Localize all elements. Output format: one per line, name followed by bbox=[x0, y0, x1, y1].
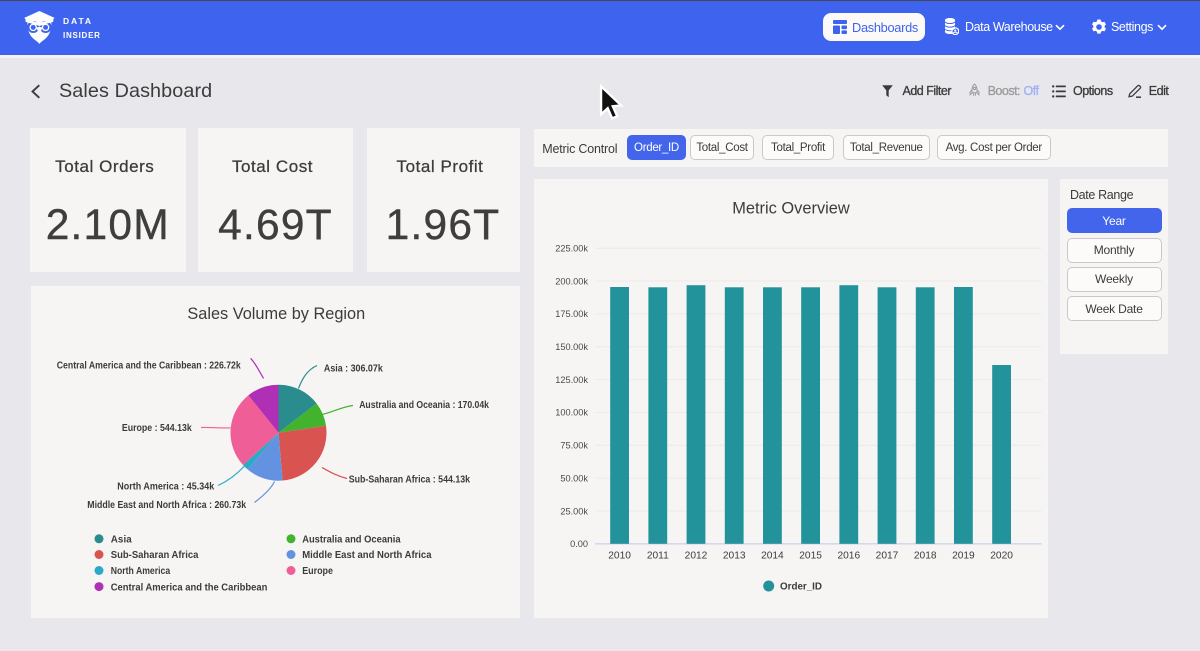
svg-text:2018: 2018 bbox=[914, 551, 937, 562]
svg-text:225.00k: 225.00k bbox=[555, 244, 588, 254]
svg-text:200.00k: 200.00k bbox=[555, 276, 588, 286]
svg-text:2016: 2016 bbox=[837, 551, 860, 562]
svg-text:0.00: 0.00 bbox=[570, 539, 588, 549]
svg-text:100.00k: 100.00k bbox=[555, 408, 588, 418]
svg-text:2020: 2020 bbox=[990, 551, 1013, 562]
svg-text:2015: 2015 bbox=[799, 551, 822, 562]
svg-text:Australia and Oceania : 170.04: Australia and Oceania : 170.04k bbox=[359, 400, 489, 411]
svg-text:150.00k: 150.00k bbox=[555, 342, 588, 352]
svg-text:2017: 2017 bbox=[876, 551, 899, 562]
svg-text:Sub-Saharan Africa : 544.13k: Sub-Saharan Africa : 544.13k bbox=[349, 474, 471, 485]
svg-text:Asia : 306.07k: Asia : 306.07k bbox=[324, 364, 383, 375]
svg-text:2011: 2011 bbox=[647, 551, 669, 562]
svg-text:Asia: Asia bbox=[111, 534, 133, 545]
svg-text:Middle East and North Africa :: Middle East and North Africa : 260.73k bbox=[87, 500, 246, 511]
svg-text:75.00k: 75.00k bbox=[560, 441, 588, 451]
svg-text:Australia and Oceania: Australia and Oceania bbox=[302, 534, 401, 545]
svg-text:2019: 2019 bbox=[952, 551, 975, 562]
svg-text:50.00k: 50.00k bbox=[560, 473, 588, 483]
svg-text:Sub-Saharan Africa: Sub-Saharan Africa bbox=[111, 550, 199, 561]
svg-text:Europe : 544.13k: Europe : 544.13k bbox=[122, 423, 192, 434]
svg-text:Central America and the Caribb: Central America and the Caribbean bbox=[111, 582, 268, 593]
svg-text:2012: 2012 bbox=[685, 551, 708, 562]
svg-text:Europe: Europe bbox=[302, 566, 333, 577]
svg-text:125.00k: 125.00k bbox=[555, 375, 588, 385]
svg-text:Central America and the Caribb: Central America and the Caribbean : 226.… bbox=[57, 361, 241, 372]
svg-text:175.00k: 175.00k bbox=[555, 309, 588, 319]
svg-text:25.00k: 25.00k bbox=[560, 506, 588, 516]
svg-text:Sales Volume by Region: Sales Volume by Region bbox=[187, 304, 365, 323]
svg-text:2014: 2014 bbox=[761, 551, 784, 562]
svg-text:2013: 2013 bbox=[723, 551, 746, 562]
svg-text:North America: North America bbox=[111, 566, 171, 577]
svg-text:Metric Overview: Metric Overview bbox=[732, 199, 851, 218]
svg-text:2010: 2010 bbox=[608, 551, 631, 562]
svg-text:North America : 45.34k: North America : 45.34k bbox=[117, 482, 214, 493]
svg-text:Middle East and North Africa: Middle East and North Africa bbox=[302, 550, 432, 561]
svg-text:Order_ID: Order_ID bbox=[780, 582, 822, 593]
